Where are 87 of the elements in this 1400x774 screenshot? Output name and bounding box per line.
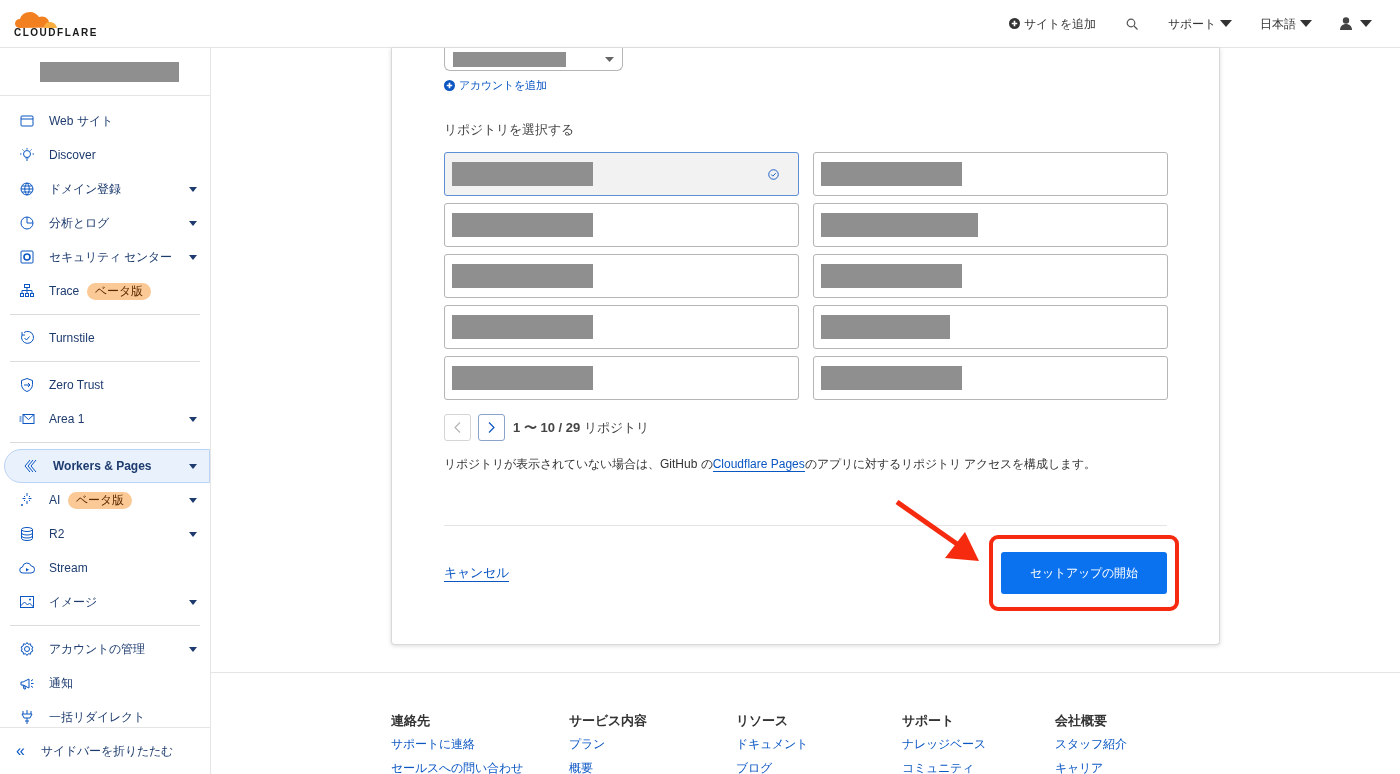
footer-link[interactable]: ブログ bbox=[736, 760, 772, 774]
sidebar-item[interactable]: 一括リダイレクト bbox=[0, 700, 210, 727]
footer-link[interactable]: キャリア bbox=[1055, 760, 1103, 774]
logo-text: CLOUDFLARE bbox=[14, 28, 98, 38]
sidebar-item[interactable]: 分析とログ bbox=[0, 206, 210, 240]
footer-link[interactable]: セールスへの問い合わせ bbox=[391, 760, 523, 774]
beta-badge: ベータ版 bbox=[87, 282, 152, 300]
globe-icon bbox=[19, 181, 35, 197]
sparkle-icon bbox=[19, 492, 35, 508]
cloud-logo-icon bbox=[14, 9, 58, 29]
megaphone-icon bbox=[19, 675, 35, 691]
repository-option[interactable] bbox=[444, 254, 799, 298]
section-label: リポジトリを選択する bbox=[444, 120, 575, 139]
sidebar-item[interactable]: Zero Trust bbox=[0, 368, 210, 402]
footer-link[interactable]: サポートに連絡 bbox=[391, 736, 475, 753]
repository-option[interactable] bbox=[813, 203, 1168, 247]
repository-option[interactable] bbox=[444, 203, 799, 247]
envelope-icon bbox=[19, 411, 35, 427]
footer-link[interactable]: ドキュメント bbox=[736, 736, 808, 753]
sidebar-item[interactable]: 通知 bbox=[0, 666, 210, 700]
help-text: リポジトリが表示されていない場合は、GitHub のCloudflare Pagesのアプリに対するリポジトリ アクセスを構成します。 bbox=[444, 456, 1098, 473]
sidebar-item[interactable]: セキュリティ センター bbox=[0, 240, 210, 274]
beta-badge: ベータ版 bbox=[68, 491, 133, 509]
footer-link[interactable]: プラン bbox=[569, 736, 605, 753]
sidebar-item[interactable]: ドメイン登録 bbox=[0, 172, 210, 206]
pagination-text: 1 〜 10 / 29 リポジトリ bbox=[513, 418, 649, 437]
add-site-button[interactable]: サイトを追加 bbox=[1009, 14, 1096, 33]
footer-heading: 会社概要 bbox=[1055, 713, 1108, 729]
chevron-icon bbox=[454, 422, 461, 433]
repository-option[interactable] bbox=[813, 152, 1168, 196]
repository-option[interactable] bbox=[444, 305, 799, 349]
repository-option[interactable] bbox=[813, 254, 1168, 298]
caret-icon bbox=[1360, 19, 1372, 28]
shield-arrow-icon bbox=[19, 377, 35, 393]
database-icon bbox=[19, 526, 35, 542]
footer-heading: リソース bbox=[736, 713, 789, 729]
sidebar-item[interactable]: アカウントの管理 bbox=[0, 632, 210, 666]
sidebar-item[interactable]: R2 bbox=[0, 517, 210, 551]
footer-heading: サポート bbox=[902, 713, 955, 729]
sidebar-item[interactable]: Area 1 bbox=[0, 402, 210, 436]
footer-heading: 連絡先 bbox=[391, 713, 431, 729]
footer-link[interactable]: ナレッジベース bbox=[902, 736, 986, 753]
sidebar-item[interactable]: Web サイト bbox=[0, 104, 210, 138]
footer-link[interactable]: 概要 bbox=[569, 760, 593, 774]
start-setup-button[interactable]: セットアップの開始 bbox=[1001, 552, 1167, 594]
user-menu[interactable] bbox=[1340, 17, 1372, 30]
chevron-icon bbox=[488, 422, 495, 433]
repository-option[interactable] bbox=[444, 152, 799, 196]
dropdown-menu[interactable]: 日本語 bbox=[1260, 14, 1312, 33]
footer-link[interactable]: コミュニティ bbox=[902, 760, 974, 774]
caret-icon bbox=[1300, 19, 1312, 28]
funnel-icon bbox=[19, 709, 35, 725]
plus-circle-icon bbox=[1009, 18, 1020, 29]
account-select[interactable] bbox=[444, 48, 623, 71]
sidebar-item[interactable]: Discover bbox=[0, 138, 210, 172]
image-icon bbox=[19, 594, 35, 610]
sidebar-item[interactable]: Workers & Pages bbox=[4, 449, 210, 483]
footer-heading: サービス内容 bbox=[569, 713, 648, 729]
cancel-link[interactable]: キャンセル bbox=[444, 564, 509, 582]
browser-window-icon bbox=[19, 113, 35, 129]
user-icon bbox=[1340, 17, 1352, 30]
dropdown-menu[interactable]: サポート bbox=[1168, 14, 1232, 33]
plus-circle-icon bbox=[444, 79, 455, 91]
cloud-play-icon bbox=[19, 560, 35, 576]
footer-link[interactable]: スタッフ紹介 bbox=[1055, 736, 1127, 753]
repository-option[interactable] bbox=[444, 356, 799, 400]
sidebar-item[interactable]: Stream bbox=[0, 551, 210, 585]
sidebar-item[interactable]: イメージ bbox=[0, 585, 210, 619]
repository-option[interactable] bbox=[813, 356, 1168, 400]
cloudflare-pages-link[interactable]: Cloudflare Pages bbox=[712, 457, 805, 472]
shield-chip-icon bbox=[19, 249, 35, 265]
caret-icon bbox=[605, 56, 614, 62]
sidebar-item[interactable]: AI ベータ版 bbox=[0, 483, 210, 517]
chevrons-icon bbox=[23, 458, 39, 474]
sidebar-item[interactable]: Turnstile bbox=[0, 321, 210, 355]
hierarchy-icon bbox=[19, 283, 35, 299]
sidebar-item[interactable]: Trace ベータ版 bbox=[0, 274, 210, 308]
collapse-sidebar-button[interactable]: « サイドバーを折りたたむ bbox=[0, 727, 210, 774]
refresh-check-icon bbox=[19, 330, 35, 346]
check-circle-icon bbox=[768, 168, 779, 180]
settings-icon bbox=[19, 641, 35, 657]
lightbulb-icon bbox=[19, 147, 35, 163]
add-account-link[interactable]: アカウントを追加 bbox=[444, 77, 547, 94]
pie-chart-icon bbox=[19, 215, 35, 231]
caret-icon bbox=[1220, 19, 1232, 28]
next-page-button[interactable] bbox=[478, 414, 505, 441]
repository-option[interactable] bbox=[813, 305, 1168, 349]
